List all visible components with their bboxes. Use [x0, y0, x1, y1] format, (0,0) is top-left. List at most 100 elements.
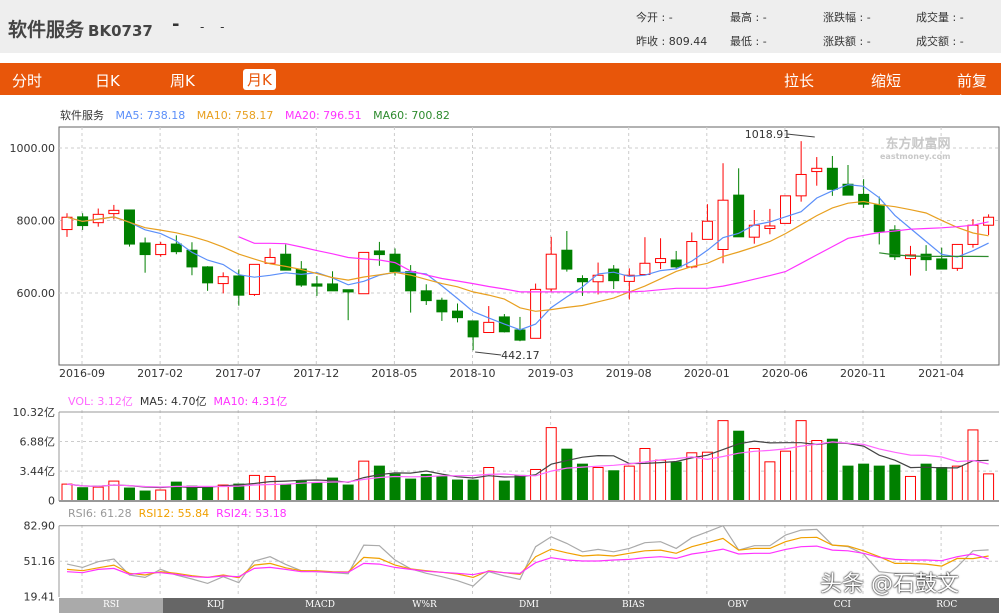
- indicator-tab-obv[interactable]: OBV: [686, 598, 790, 613]
- indicator-tab-cci[interactable]: CCI: [790, 598, 894, 613]
- candle-down: [514, 329, 526, 341]
- indicator-tab-kdj[interactable]: KDJ: [163, 598, 267, 613]
- rsi-tick-label: 51.16: [24, 555, 56, 568]
- x-tick-label: 2017-07: [215, 367, 261, 380]
- indicator-tab-bias[interactable]: BIAS: [581, 598, 685, 613]
- volume-bar: [873, 465, 885, 502]
- logo-cn: 东方财富网: [885, 137, 951, 152]
- candle-down: [280, 253, 292, 271]
- x-tick-label: 2020-01: [684, 367, 730, 380]
- volume-bar: [186, 485, 198, 502]
- volume-bar: [436, 475, 448, 502]
- volume-bar: [498, 480, 510, 502]
- x-tick-label: 2018-05: [371, 367, 417, 380]
- legend-rsi12: RSI12: 55.84: [138, 507, 210, 520]
- candle-down: [373, 250, 385, 256]
- volume-bar: [108, 480, 120, 502]
- volume-bar: [561, 448, 573, 502]
- candle-up: [811, 167, 823, 173]
- candle-down: [561, 249, 573, 270]
- candle-down: [936, 258, 948, 270]
- legend-rsi24: RSI24: 53.18: [216, 507, 287, 520]
- volume-bar: [264, 475, 276, 502]
- candle-up: [155, 243, 167, 256]
- candle-up: [717, 199, 729, 250]
- volume-bar: [452, 479, 463, 502]
- volume-bar: [373, 465, 385, 502]
- volume-bar: [483, 467, 495, 502]
- volume-bar: [748, 447, 760, 502]
- volume-bar: [764, 461, 776, 502]
- candle-down: [436, 299, 448, 313]
- volume-legend: VOL: 3.12亿 MA5: 4.70亿 MA10: 4.31亿: [68, 393, 287, 409]
- volume-bar: [920, 463, 932, 502]
- main-plot-frame: [58, 126, 1000, 366]
- candle-up: [983, 216, 995, 226]
- volume-bar: [639, 447, 651, 502]
- indicator-tab-macd[interactable]: MACD: [268, 598, 372, 613]
- candle-down: [608, 268, 620, 282]
- volume-bar: [670, 461, 682, 502]
- logo-en: eastmoney.com: [880, 152, 951, 161]
- candle-down: [123, 209, 135, 245]
- candle-up: [967, 224, 979, 245]
- volume-bar: [623, 465, 635, 502]
- high-arrow: [786, 133, 815, 138]
- candle-down: [139, 242, 151, 256]
- volume-bar: [983, 473, 995, 502]
- indicator-tab-rsi[interactable]: RSI: [59, 598, 164, 613]
- volume-bar: [217, 484, 229, 502]
- volume-bar: [61, 483, 73, 502]
- volume-bar: [795, 420, 807, 502]
- x-tick-label: 2017-02: [137, 367, 183, 380]
- candle-up: [530, 288, 542, 339]
- candle-down: [733, 194, 745, 238]
- candle-down: [670, 259, 682, 268]
- candle-up: [248, 263, 260, 295]
- volume-bar: [467, 479, 479, 502]
- candle-down: [467, 320, 479, 338]
- volume-bar: [842, 465, 854, 502]
- volume-bar: [889, 464, 901, 502]
- rsi-legend: RSI6: 61.28 RSI12: 55.84 RSI24: 53.18: [68, 507, 287, 520]
- candle-up: [639, 262, 651, 276]
- indicator-tab-roc[interactable]: ROC: [895, 598, 999, 613]
- volume-bar: [858, 463, 870, 502]
- indicator-tab-wr[interactable]: W%R: [372, 598, 476, 613]
- eastmoney-logo: 东方财富网 eastmoney.com: [880, 137, 951, 163]
- candle-down: [826, 167, 838, 190]
- candle-up: [655, 258, 667, 264]
- volume-bar: [92, 486, 104, 502]
- candle-down: [452, 310, 463, 319]
- kline-chart[interactable]: 1000.00 800.00 600.00 2016-09 2017-02 2017-07…: [0, 0, 1001, 613]
- volume-tick-label: 0: [48, 495, 55, 508]
- legend-vol-ma10: MA10: 4.31亿: [213, 395, 288, 408]
- volume-bar: [686, 452, 698, 502]
- legend-rsi6: RSI6: 61.28: [68, 507, 132, 520]
- x-tick-label: 2018-10: [450, 367, 496, 380]
- indicator-tab-dmi[interactable]: DMI: [477, 598, 581, 613]
- x-tick-label: 2020-11: [840, 367, 886, 380]
- candle-down: [889, 229, 901, 258]
- volume-bar: [733, 430, 745, 502]
- candle-up: [483, 321, 495, 334]
- candle-down: [576, 278, 588, 283]
- watermark: 头条 @石鼓文: [820, 572, 959, 597]
- candle-up: [795, 173, 807, 197]
- volume-bar: [311, 482, 323, 502]
- candle-down: [295, 268, 307, 286]
- candle-up: [701, 220, 713, 240]
- x-tick-label: 2016-09: [59, 367, 105, 380]
- volume-tick-label: 10.32亿: [13, 406, 56, 419]
- volume-bar: [904, 475, 916, 502]
- volume-bar: [936, 467, 948, 502]
- volume-bar: [342, 484, 354, 502]
- candle-down: [233, 275, 245, 296]
- volume-bar: [780, 450, 792, 502]
- x-tick-label: 2020-06: [762, 367, 808, 380]
- candle-down: [873, 204, 885, 233]
- volume-bar: [967, 429, 979, 502]
- x-tick-label: 2019-03: [528, 367, 574, 380]
- candle-down: [202, 266, 214, 284]
- y-tick-label: 800.00: [17, 215, 56, 228]
